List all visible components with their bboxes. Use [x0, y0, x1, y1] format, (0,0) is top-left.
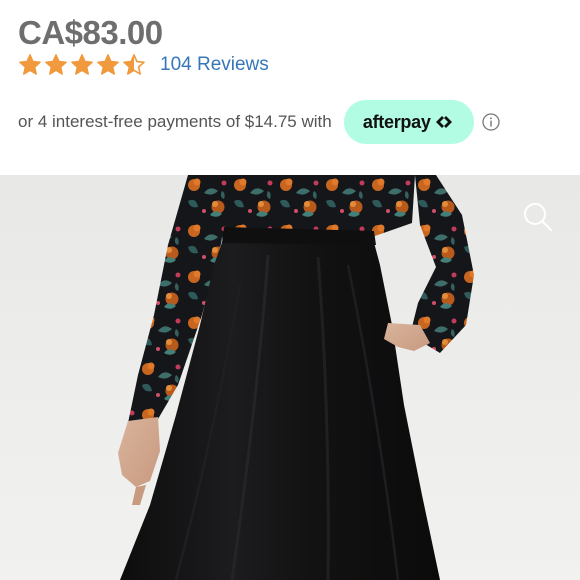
model-photo — [118, 175, 474, 580]
star-icon — [122, 53, 146, 77]
afterpay-arrows-icon — [431, 114, 455, 130]
afterpay-button[interactable]: afterpay — [343, 100, 474, 144]
product-image[interactable] — [0, 175, 580, 580]
star-icon — [18, 53, 42, 77]
installment-payments: or 4 interest-free payments of $14.75 wi… — [18, 100, 500, 144]
star-icon — [96, 53, 120, 77]
product-page: CA$83.00 104 Reviews or 4 interest-free … — [0, 0, 580, 580]
product-summary: CA$83.00 104 Reviews or 4 interest-free … — [0, 0, 580, 175]
afterpay-logo-text: afterpay — [362, 111, 431, 132]
rating-row: 104 Reviews — [18, 52, 269, 78]
star-rating — [18, 53, 146, 77]
reviews-link[interactable]: 104 Reviews — [160, 54, 269, 76]
zoom-icon[interactable] — [522, 201, 554, 233]
star-icon — [70, 53, 94, 77]
info-icon[interactable] — [482, 113, 500, 131]
star-icon — [44, 53, 68, 77]
installment-text: or 4 interest-free payments of $14.75 wi… — [18, 112, 332, 131]
product-price: CA$83.00 — [18, 14, 163, 51]
